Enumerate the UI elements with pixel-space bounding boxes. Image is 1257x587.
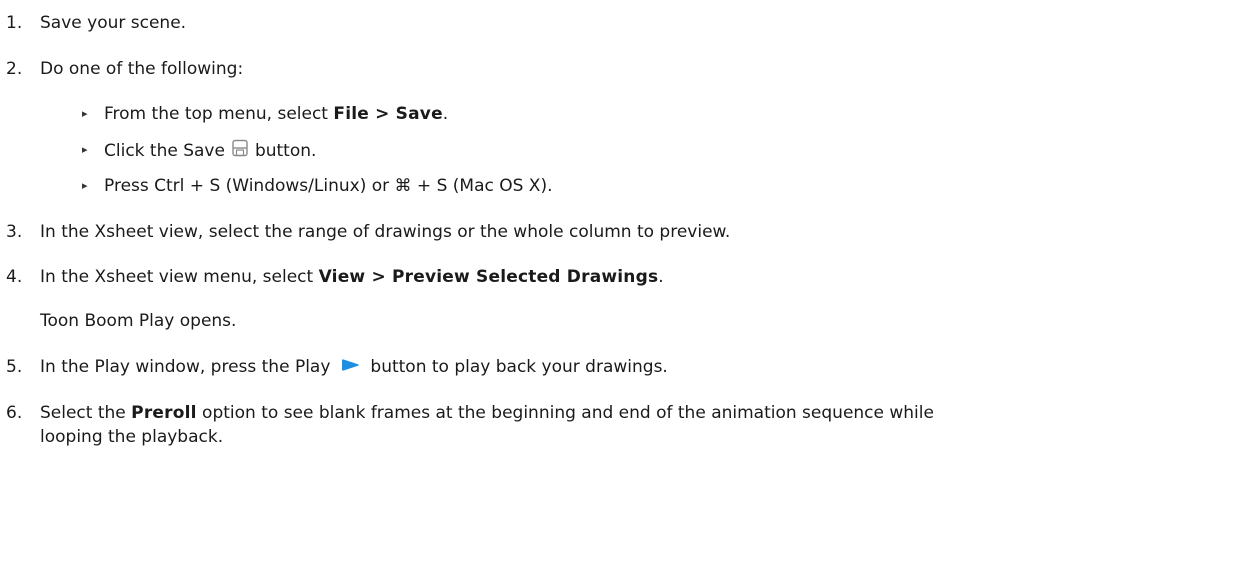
bullet-icon: ▸ — [82, 107, 88, 120]
step-text: In the Xsheet view, select the range of … — [40, 222, 731, 242]
save-icon — [231, 139, 249, 163]
substep-text-post: . — [442, 104, 449, 124]
step-text-pre: Select the — [40, 403, 132, 423]
step-text: In the Play window, press the Play button… — [40, 356, 668, 378]
step-text: Do one of the following: — [40, 59, 244, 79]
step-text: looping the playback. — [40, 427, 224, 447]
bullet-icon: ▸ — [82, 179, 88, 192]
step-number: 3. — [6, 222, 23, 242]
step-text: Select the Preroll option to see blank f… — [40, 402, 934, 424]
substep-text: From the top menu, select File > Save. — [104, 103, 448, 125]
step-number: 1. — [6, 13, 23, 33]
play-icon — [340, 356, 360, 378]
step-number: 2. — [6, 59, 23, 79]
step-text-post: button to play back your drawings. — [370, 357, 668, 377]
step-number: 6. — [6, 403, 23, 423]
bullet-icon: ▸ — [82, 143, 88, 156]
option-name: Preroll — [131, 403, 197, 423]
substep-text-post: button. — [254, 141, 317, 161]
step-text-post: . — [658, 267, 664, 287]
step-text: Save your scene. — [40, 13, 187, 33]
step-text-post: option to see blank frames at the beginn… — [196, 403, 934, 423]
step-number: 5. — [6, 357, 23, 377]
menu-path: View > Preview Selected Drawings — [318, 267, 659, 287]
step-text-pre: In the Xsheet view menu, select — [40, 267, 319, 287]
step-text: In the Xsheet view menu, select View > P… — [40, 266, 664, 288]
substep-text: Click the Save button. — [104, 139, 316, 163]
step-text-pre: In the Play window, press the Play — [40, 357, 331, 377]
note-text: Toon Boom Play opens. — [40, 311, 237, 331]
substep-text-pre: From the top menu, select — [104, 104, 334, 124]
substep-text-pre: Click the Save — [104, 141, 225, 161]
substep-text: Press Ctrl + S (Windows/Linux) or ⌘ + S … — [104, 176, 553, 196]
step-number: 4. — [6, 267, 23, 287]
menu-path: File > Save — [333, 104, 443, 124]
